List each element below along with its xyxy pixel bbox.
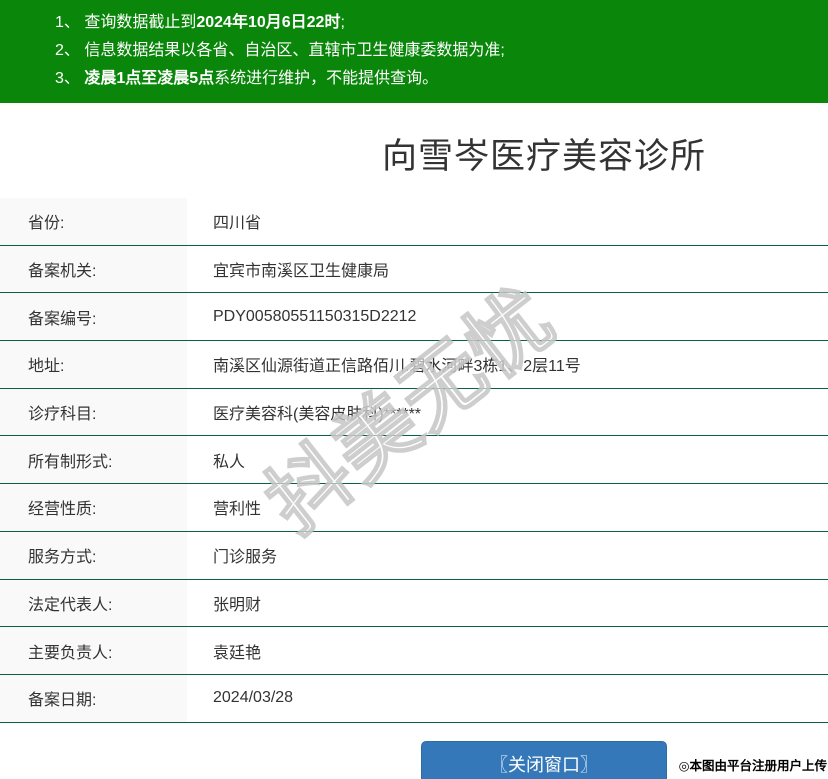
row-label: 地址:: [0, 341, 187, 388]
notice-banner: 1、 查询数据截止到2024年10月6日22时; 2、 信息数据结果以各省、自治…: [0, 0, 828, 103]
info-table: 省份: 四川省 备案机关: 宜宾市南溪区卫生健康局 备案编号: PDY00580…: [0, 198, 828, 723]
row-value: 袁廷艳: [213, 644, 262, 662]
table-row-ownership: 所有制形式: 私人: [0, 436, 828, 485]
page-title: 向雪岑医疗美容诊所: [381, 137, 706, 176]
notice-3-pre: 3、: [55, 70, 85, 87]
row-value: 私人: [213, 453, 246, 471]
row-value: 宜宾市南溪区卫生健康局: [213, 263, 390, 281]
row-label: 诊疗科目:: [0, 388, 187, 436]
row-value: 四川省: [213, 215, 262, 233]
notice-3-bold: 凌晨1点至凌晨5点: [84, 70, 215, 87]
table-row-province: 省份: 四川省: [0, 198, 828, 246]
row-value: 门诊服务: [213, 549, 278, 567]
close-window-button[interactable]: 〖关闭窗口〗: [421, 740, 667, 779]
row-label: 备案编号:: [0, 293, 187, 341]
row-value: 2024/03/28: [213, 689, 294, 707]
notice-1-pre: 1、 查询数据截止到: [55, 14, 197, 31]
row-label: 备案机关:: [0, 245, 187, 293]
notice-line-1: 1、 查询数据截止到2024年10月6日22时;: [55, 9, 828, 37]
row-label: 所有制形式:: [0, 436, 187, 484]
table-row-service-mode: 服务方式: 门诊服务: [0, 531, 828, 580]
page-container: 1、 查询数据截止到2024年10月6日22时; 2、 信息数据结果以各省、自治…: [0, 0, 828, 779]
row-value: 医疗美容科(美容皮肤科)******: [213, 406, 422, 424]
table-row-business-nature: 经营性质: 营利性: [0, 484, 828, 532]
table-row-filing-date: 备案日期: 2024/03/28: [0, 674, 828, 723]
table-row-filing-authority: 备案机关: 宜宾市南溪区卫生健康局: [0, 245, 828, 294]
notice-line-2: 2、 信息数据结果以各省、自治区、直辖市卫生健康委数据为准;: [55, 37, 828, 65]
row-label: 法定代表人:: [0, 579, 187, 627]
notice-3-post: 系统进行维护，不能提供查询。: [214, 70, 439, 87]
row-label: 备案日期:: [0, 674, 187, 722]
table-row-principal: 主要负责人: 袁廷艳: [0, 627, 828, 675]
notice-2-pre: 2、 信息数据结果以各省、自治区、直辖市卫生健康委数据为准;: [55, 42, 505, 59]
row-label: 主要负责人:: [0, 627, 187, 674]
row-label: 经营性质:: [0, 484, 187, 531]
upload-attribution: ◎本图由平台注册用户上传: [678, 759, 827, 773]
notice-line-3: 3、 凌晨1点至凌晨5点系统进行维护，不能提供查询。: [55, 65, 828, 93]
row-value: PDY00580551150315D2212: [213, 307, 417, 325]
row-value: 南溪区仙源街道正信路佰川.碧水河畔3栋1、2层11号: [213, 358, 581, 376]
row-label: 服务方式:: [0, 531, 187, 579]
row-value: 营利性: [213, 501, 262, 519]
table-row-medical-subjects: 诊疗科目: 医疗美容科(美容皮肤科)******: [0, 388, 828, 437]
notice-1-bold: 2024年10月6日22时: [196, 14, 341, 31]
table-row-filing-number: 备案编号: PDY00580551150315D2212: [0, 293, 828, 342]
table-row-address: 地址: 南溪区仙源街道正信路佰川.碧水河畔3栋1、2层11号: [0, 341, 828, 389]
row-value: 张明财: [213, 596, 262, 614]
notice-1-post: ;: [340, 14, 345, 31]
row-label: 省份:: [0, 198, 187, 245]
table-row-legal-representative: 法定代表人: 张明财: [0, 579, 828, 628]
